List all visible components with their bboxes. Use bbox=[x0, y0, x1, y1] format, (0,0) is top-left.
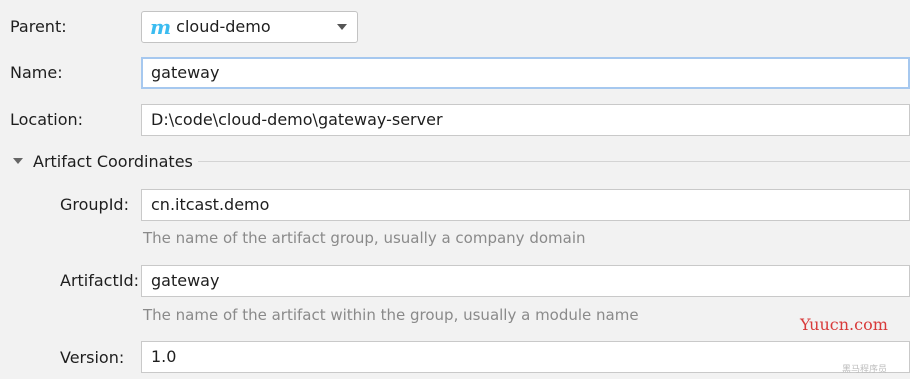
name-input[interactable]: gateway bbox=[141, 57, 910, 89]
name-label: Name: bbox=[10, 63, 63, 82]
parent-label: Parent: bbox=[10, 17, 67, 36]
artifactid-input[interactable]: gateway bbox=[141, 265, 910, 297]
new-module-dialog: Parent: m cloud-demo Name: gateway Locat… bbox=[0, 0, 910, 379]
chevron-down-icon bbox=[337, 24, 347, 30]
version-input[interactable]: 1.0 bbox=[141, 341, 910, 373]
expand-triangle-icon bbox=[13, 158, 23, 164]
artifact-coordinates-title: Artifact Coordinates bbox=[33, 151, 193, 171]
artifactid-label: ArtifactId: bbox=[60, 271, 140, 290]
location-input[interactable]: D:\code\cloud-demo\gateway-server bbox=[141, 104, 910, 136]
section-divider bbox=[198, 161, 910, 162]
parent-dropdown[interactable]: m cloud-demo bbox=[141, 11, 358, 43]
artifactid-hint: The name of the artifact within the grou… bbox=[143, 306, 639, 324]
groupid-hint: The name of the artifact group, usually … bbox=[143, 229, 586, 247]
maven-m-icon: m bbox=[150, 15, 172, 39]
watermark-text: Yuucn.com bbox=[800, 315, 888, 334]
location-label: Location: bbox=[10, 110, 84, 129]
groupid-input[interactable]: cn.itcast.demo bbox=[141, 189, 910, 221]
artifact-coordinates-toggle[interactable]: Artifact Coordinates bbox=[13, 150, 193, 172]
groupid-label: GroupId: bbox=[60, 195, 129, 214]
watermark-small-text: 黑马程序员 bbox=[842, 365, 888, 375]
parent-dropdown-value: cloud-demo bbox=[176, 17, 271, 36]
version-label: Version: bbox=[60, 348, 125, 367]
